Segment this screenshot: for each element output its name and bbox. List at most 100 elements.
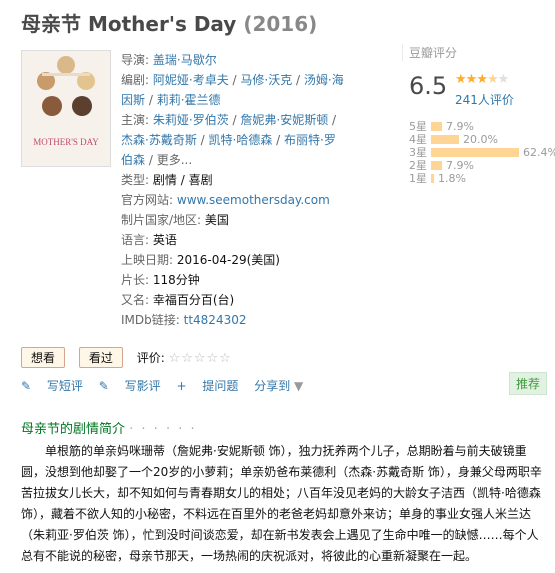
- site-label: 官方网站:: [121, 193, 174, 207]
- aka-row: 又名: 幸福百分百(台): [121, 290, 346, 310]
- director-link[interactable]: 盖瑞·马歇尔: [153, 53, 217, 67]
- country-label: 制片国家/地区:: [121, 213, 202, 227]
- rating-panel: 豆瓣评分 6.5 ★★★★★ 241人评价 5星 7.9% 4星 20.0% 3星 6…: [402, 44, 555, 185]
- cast-link[interactable]: 詹妮弗·安妮斯顿: [240, 113, 328, 127]
- country-row: 制片国家/地区: 美国: [121, 210, 346, 230]
- dist-pct: 62.4%: [523, 146, 555, 159]
- share-menu[interactable]: 分享到 ▼: [254, 379, 315, 393]
- interest-buttons: 想看 看过 评价: ☆☆☆☆☆: [21, 347, 232, 368]
- dist-row: 1星 1.8%: [409, 172, 466, 185]
- comment-icon: ✎: [21, 379, 32, 393]
- dist-bar: [431, 148, 519, 157]
- poster-image: MOTHER'S DAY: [22, 51, 110, 166]
- runtime-label: 片长:: [121, 273, 150, 287]
- rate-stars-input[interactable]: ☆☆☆☆☆: [169, 351, 232, 366]
- summary-dots: · · · · · ·: [129, 422, 197, 437]
- dist-pct: 7.9%: [446, 120, 474, 133]
- dist-bar: [431, 161, 442, 170]
- cast-row: 主演: 朱莉娅·罗伯茨 / 詹妮弗·安妮斯顿 / 杰森·苏戴奇斯 / 凯特·哈德…: [121, 113, 337, 167]
- dist-label: 4星: [409, 133, 427, 146]
- imdb-row: IMDb链接: tt4824302: [121, 310, 346, 330]
- runtime-value: 118分钟: [152, 273, 200, 287]
- poster-title: MOTHER'S DAY: [33, 137, 99, 147]
- more-link[interactable]: 更多...: [157, 153, 192, 167]
- star-icon: ★: [465, 72, 478, 87]
- ask-question[interactable]: + 提问题: [176, 379, 238, 393]
- write-short-review[interactable]: ✎ 写短评: [21, 379, 83, 393]
- movie-poster[interactable]: MOTHER'S DAY: [21, 50, 111, 167]
- imdb-label: IMDb链接:: [121, 313, 180, 327]
- dist-bar: [431, 122, 442, 131]
- edit-icon: ✎: [98, 379, 109, 393]
- dist-row: 3星 62.4%: [409, 146, 555, 159]
- chevron-down-icon: ▼: [294, 379, 304, 393]
- aka-value: 幸福百分百(台): [152, 293, 235, 307]
- votes-link[interactable]: 241人评价: [455, 91, 514, 108]
- release-value: 2016-04-29(美国): [176, 253, 280, 267]
- summary-text: 单根筋的单亲妈咪珊蒂（詹妮弗·安妮斯顿 饰），独力抚养两个儿子，总期盼着与前夫破…: [21, 444, 542, 563]
- rating-stars: ★★★★★: [455, 72, 510, 87]
- dist-row: 4星 20.0%: [409, 133, 498, 146]
- empty-star-icon: ★: [497, 72, 510, 87]
- genre-label: 类型:: [121, 173, 150, 187]
- language-value: 英语: [152, 233, 177, 247]
- site-row: 官方网站: www.seemothersday.com: [121, 190, 346, 210]
- writer-link[interactable]: 莉莉·霍兰德: [157, 93, 221, 107]
- genre-value: 剧情: [152, 173, 177, 187]
- country-value: 美国: [204, 213, 229, 227]
- star-icon: ★: [476, 72, 488, 87]
- director-label: 导演:: [121, 53, 150, 67]
- star-icon: ★: [455, 72, 467, 87]
- want-to-watch-button[interactable]: 想看: [21, 347, 66, 368]
- genre-row: 类型: 剧情 / 喜剧: [121, 173, 213, 187]
- movie-title: 母亲节 Mother's Day: [21, 12, 237, 36]
- official-site-link[interactable]: www.seemothersday.com: [177, 193, 330, 207]
- movie-info: 导演: 盖瑞·马歇尔 编剧: 阿妮娅·考卓夫 / 马修·沃克 / 汤姆·海因斯 …: [121, 50, 346, 330]
- dist-bar: [431, 174, 434, 183]
- plus-icon: +: [176, 379, 187, 393]
- director-row: 导演: 盖瑞·马歇尔: [121, 50, 346, 70]
- runtime-row: 片长: 118分钟: [121, 270, 346, 290]
- language-row: 语言: 英语: [121, 230, 346, 250]
- writer-label: 编剧:: [121, 73, 150, 87]
- watched-button[interactable]: 看过: [78, 347, 123, 368]
- rating-distribution: 5星 7.9% 4星 20.0% 3星 62.4% 2星 7.9% 1星 1.8%: [409, 120, 555, 185]
- rating-score: 6.5: [409, 72, 448, 100]
- dist-row: 2星 7.9%: [409, 159, 474, 172]
- summary-heading: 母亲节的剧情简介: [21, 422, 126, 437]
- movie-year: (2016): [243, 12, 318, 36]
- cast-link[interactable]: 凯特·哈德森: [209, 133, 273, 147]
- rating-label: 豆瓣评分: [409, 46, 458, 60]
- dist-label: 2星: [409, 159, 427, 172]
- page-title: 母亲节 Mother's Day (2016): [21, 8, 317, 37]
- writer-link[interactable]: 阿妮娅·考卓夫: [153, 73, 229, 87]
- half-star-icon: ★: [486, 72, 499, 87]
- write-review[interactable]: ✎ 写影评: [99, 379, 161, 393]
- aka-label: 又名:: [121, 293, 150, 307]
- genre-value: 喜剧: [188, 173, 213, 187]
- action-bar: ✎ 写短评 ✎ 写影评 + 提问题 分享到 ▼: [21, 377, 327, 394]
- release-label: 上映日期:: [121, 253, 174, 267]
- dist-row: 5星 7.9%: [409, 120, 474, 133]
- recommend-button[interactable]: 推荐: [509, 372, 548, 395]
- release-row: 上映日期: 2016-04-29(美国): [121, 250, 346, 270]
- cast-link[interactable]: 朱莉娅·罗伯茨: [153, 113, 229, 127]
- dist-label: 3星: [409, 146, 427, 159]
- dist-pct: 7.9%: [446, 159, 474, 172]
- dist-label: 5星: [409, 120, 427, 133]
- cast-link[interactable]: 杰森·苏戴奇斯: [121, 133, 197, 147]
- dist-pct: 20.0%: [463, 133, 498, 146]
- rate-label: 评价:: [136, 351, 165, 365]
- dist-pct: 1.8%: [438, 172, 466, 185]
- write-review-link[interactable]: 写影评: [125, 379, 161, 393]
- writer-link[interactable]: 马修·沃克: [240, 73, 292, 87]
- imdb-link[interactable]: tt4824302: [184, 313, 247, 327]
- language-label: 语言:: [121, 233, 150, 247]
- dist-label: 1星: [409, 172, 427, 185]
- ask-question-link[interactable]: 提问题: [202, 379, 238, 393]
- share-link[interactable]: 分享到: [254, 379, 290, 393]
- write-short-review-link[interactable]: 写短评: [47, 379, 83, 393]
- summary-title: 母亲节的剧情简介 · · · · · ·: [21, 418, 197, 437]
- writer-row: 编剧: 阿妮娅·考卓夫 / 马修·沃克 / 汤姆·海因斯 / 莉莉·霍兰德: [121, 73, 344, 107]
- cast-label: 主演:: [121, 113, 150, 127]
